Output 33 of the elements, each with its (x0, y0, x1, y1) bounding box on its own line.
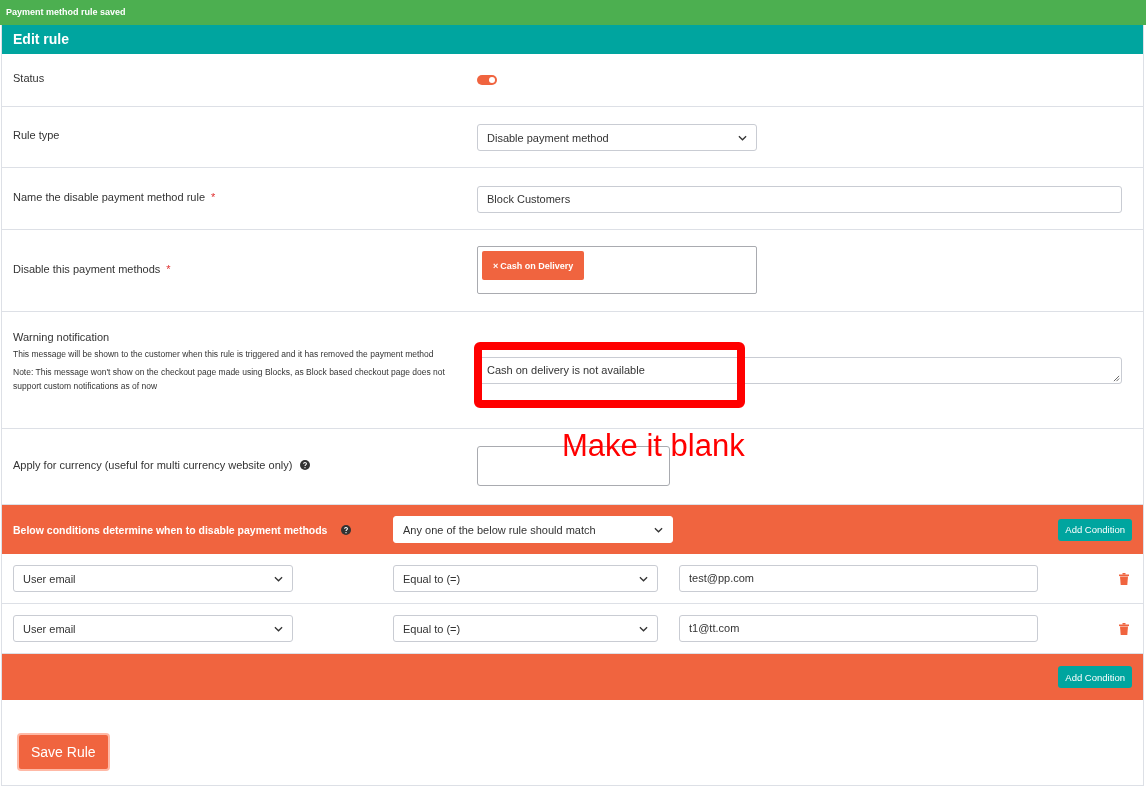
operator-select[interactable]: Equal to (=) (393, 565, 658, 592)
field-description: Note: This message won't show on the checkout page made using Blocks, as Block based checkout page does not support custom notifications as of now (13, 366, 446, 393)
match-type-select[interactable]: Any one of the below rule should match (393, 516, 673, 543)
required-mark: * (211, 191, 216, 203)
chevron-icon (738, 134, 747, 141)
chevron-icon (654, 526, 663, 533)
conditions-title: Below conditions determine when to disable payment methods (13, 523, 328, 536)
chevron-icon (639, 625, 648, 632)
operator-select[interactable]: Equal to (=) (393, 615, 658, 642)
required-mark: * (166, 263, 171, 275)
panel-title: Edit rule (2, 25, 1143, 54)
condition-field-select[interactable]: User email (13, 565, 293, 592)
name-field[interactable]: Block Customers (477, 186, 1122, 213)
rule-type-select[interactable]: Disable payment method (477, 124, 757, 151)
field-label: Apply for currency (useful for multi currency website only) (13, 459, 293, 471)
trash-icon[interactable] (1119, 572, 1129, 585)
field-label: Status (13, 72, 45, 84)
field-label: Disable this payment methods (13, 263, 161, 275)
condition-value-field[interactable]: test@pp.com (679, 565, 1038, 592)
condition-field-select[interactable]: User email (13, 615, 293, 642)
condition-value-field[interactable]: t1@tt.com (679, 615, 1038, 642)
chevron-icon (274, 625, 283, 632)
chevron-icon (274, 575, 283, 582)
field-label: Warning notification (13, 331, 110, 343)
field-label: Name the disable payment method rule (13, 191, 205, 203)
field-description: This message will be shown to the customer when this rule is triggered and it has removed the payment method (13, 348, 435, 361)
success-notice: Payment method rule saved (0, 0, 1146, 25)
annotation-text: Make it blank (562, 428, 745, 464)
trash-icon[interactable] (1119, 622, 1129, 635)
resize-handle-icon[interactable] (1113, 375, 1120, 382)
chevron-icon (639, 575, 648, 582)
status-toggle[interactable] (477, 75, 497, 85)
field-label: Rule type (13, 129, 60, 141)
